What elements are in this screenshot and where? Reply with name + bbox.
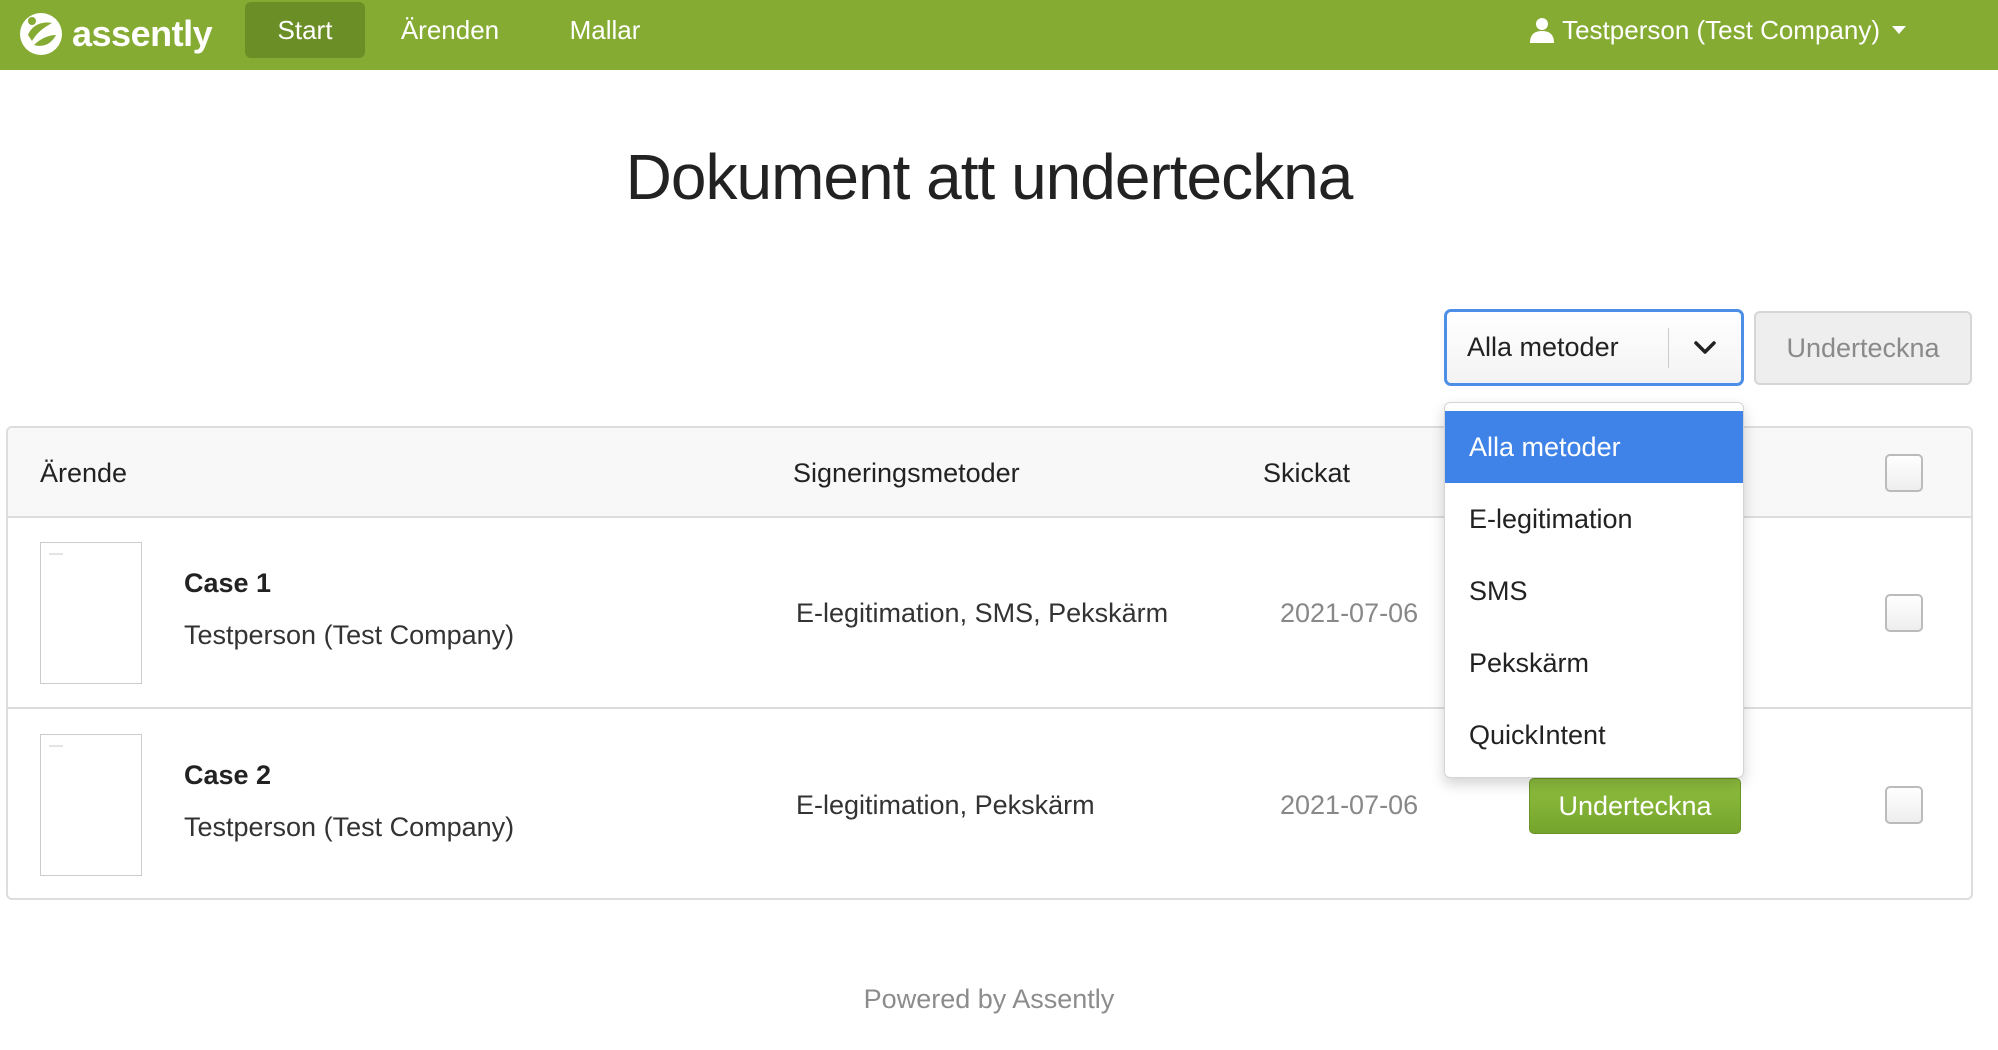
user-icon (1530, 17, 1555, 43)
column-header-case[interactable]: Ärende (40, 458, 127, 489)
dropdown-option-e-legitimation[interactable]: E-legitimation (1445, 483, 1743, 555)
row-sign-button[interactable]: Underteckna (1529, 778, 1741, 834)
top-navbar: assently Start Ärenden Mallar Testperson… (0, 0, 1998, 70)
brand-name: assently (72, 13, 213, 54)
user-menu[interactable]: Testperson (Test Company) (1530, 2, 1906, 58)
user-menu-label: Testperson (Test Company) (1562, 14, 1880, 45)
signing-method-select[interactable]: Alla metoder (1444, 309, 1744, 386)
chevron-down-icon (1669, 340, 1741, 356)
signing-method-select-value: Alla metoder (1467, 332, 1619, 362)
dropdown-option-pekskarm[interactable]: Pekskärm (1445, 627, 1743, 699)
case-owner: Testperson (Test Company) (184, 620, 515, 650)
case-signing-methods: E-legitimation, Pekskärm (796, 790, 1095, 820)
document-thumbnail[interactable] (40, 542, 142, 684)
row-checkbox[interactable] (1885, 594, 1923, 632)
case-sent-date: 2021-07-06 (1280, 790, 1419, 820)
caret-down-icon (1892, 26, 1906, 34)
case-name[interactable]: Case 2 (184, 760, 271, 791)
dropdown-option-alla-metoder[interactable]: Alla metoder (1445, 411, 1743, 483)
page-title: Dokument att underteckna (625, 141, 1354, 213)
sign-selected-button[interactable]: Underteckna (1754, 311, 1972, 385)
assently-logo-icon (18, 11, 64, 57)
nav-mallar[interactable]: Mallar (552, 2, 658, 58)
brand-logo[interactable]: assently (18, 6, 213, 62)
row-checkbox[interactable] (1885, 786, 1923, 824)
document-thumbnail[interactable] (40, 734, 142, 876)
signing-method-dropdown: Alla metoder E-legitimation SMS Pekskärm… (1444, 402, 1744, 778)
nav-start[interactable]: Start (245, 2, 365, 58)
case-sent-date: 2021-07-06 (1280, 598, 1419, 628)
column-header-sent[interactable]: Skickat (1263, 458, 1350, 489)
case-owner: Testperson (Test Company) (184, 812, 515, 842)
footer-powered-by[interactable]: Powered by Assently (0, 984, 1978, 1015)
dropdown-option-quickintent[interactable]: QuickIntent (1445, 699, 1743, 771)
column-header-methods[interactable]: Signeringsmetoder (793, 458, 1020, 489)
dropdown-option-sms[interactable]: SMS (1445, 555, 1743, 627)
case-name[interactable]: Case 1 (184, 568, 271, 599)
nav-arenden[interactable]: Ärenden (390, 2, 510, 58)
select-all-checkbox[interactable] (1885, 454, 1923, 492)
case-signing-methods: E-legitimation, SMS, Pekskärm (796, 598, 1169, 628)
